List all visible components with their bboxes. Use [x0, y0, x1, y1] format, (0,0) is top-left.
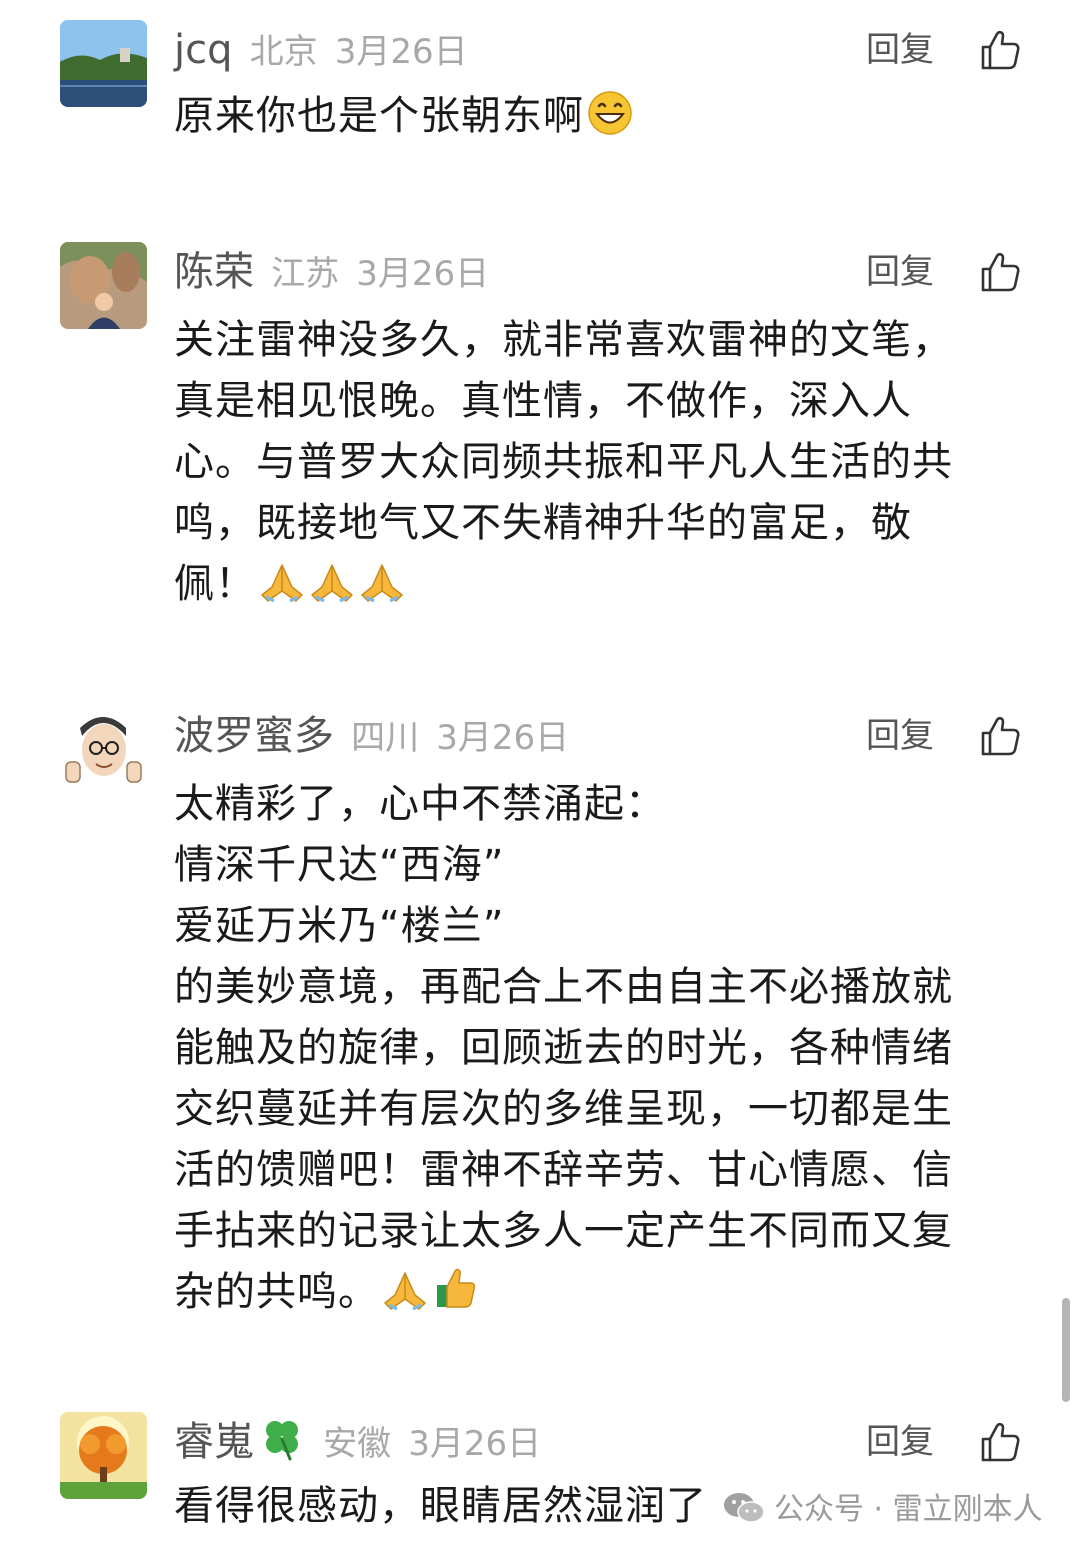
nickname[interactable]: 睿嵬 — [174, 1419, 254, 1465]
comment-line: 太精彩了，心中不禁涌起： — [174, 781, 666, 827]
person-at-stone-buddha-avatar-icon — [60, 242, 147, 329]
avatar[interactable] — [60, 242, 147, 329]
golden-tree-avatar-icon — [60, 1412, 147, 1499]
date: 3月26日 — [334, 32, 468, 72]
comment-line: 交织蔓延并有层次的多维呈现，一切都是生 — [174, 1086, 953, 1132]
comment-line: 心。与普罗大众同频共振和平凡人生活的共 — [174, 439, 953, 485]
watermark: 公众号 · 雷立刚本人 — [722, 1484, 1043, 1536]
thumbs-up-emoji-icon — [431, 1265, 479, 1313]
nickname[interactable]: 波罗蜜多 — [174, 713, 334, 759]
comment-line: 真是相见恨晚。真性情，不做作，深入人 — [174, 378, 912, 424]
date: 3月26日 — [436, 718, 570, 758]
reply-button[interactable]: 回复 — [866, 1412, 934, 1472]
comment-line: 佩！ — [174, 561, 256, 607]
comment-line: 杂的共鸣。 — [174, 1269, 379, 1315]
reply-button[interactable]: 回复 — [866, 706, 934, 766]
location: 安徽 — [323, 1424, 392, 1464]
thumbs-up-icon[interactable] — [978, 714, 1022, 758]
comment-line: 活的馈赠吧！雷神不辞辛劳、甘心情愿、信 — [174, 1147, 953, 1193]
comment-line: 原来你也是个张朝东啊 — [174, 93, 584, 139]
comment-line: 鸣，既接地气又不失精神升华的富足，敬 — [174, 500, 912, 546]
comment-header: jcq 北京 3月26日 — [174, 20, 468, 80]
thumbs-up-icon[interactable] — [978, 250, 1022, 294]
folded-hands-icon — [308, 557, 356, 605]
comment-line: 能触及的旋律，回顾逝去的时光，各种情绪 — [174, 1025, 953, 1071]
thumbs-up-icon[interactable] — [978, 1420, 1022, 1464]
wechat-icon — [724, 1493, 765, 1523]
watermark-text: 公众号 · 雷立刚本人 — [774, 1492, 1043, 1527]
comment-text: 原来你也是个张朝东啊 — [174, 86, 1004, 147]
nickname[interactable]: jcq — [174, 27, 233, 73]
folded-hands-icon — [258, 557, 306, 605]
location: 北京 — [249, 32, 318, 72]
comment-header: 陈荣 江苏 3月26日 — [174, 242, 489, 302]
location: 江苏 — [271, 254, 340, 294]
avatar[interactable] — [60, 20, 147, 107]
comment-header: 睿嵬 安徽 3月26日 — [174, 1412, 541, 1472]
scrollbar[interactable] — [1062, 1298, 1070, 1402]
folded-hands-icon — [358, 557, 406, 605]
grinning-face-icon — [586, 89, 634, 137]
comment-line: 手拈来的记录让太多人一定产生不同而又复 — [174, 1208, 953, 1254]
location: 四川 — [351, 718, 420, 758]
nickname[interactable]: 陈荣 — [174, 249, 254, 295]
comment-text: 太精彩了，心中不禁涌起： 情深千尺达“西海” 爱延万米乃“楼兰” 的美妙意境，再… — [174, 774, 1004, 1323]
folded-hands-icon — [381, 1265, 429, 1313]
comment-line: 爱延万米乃“楼兰” — [174, 903, 505, 949]
cartoon-glasses-man-thumbs-up-avatar-icon — [60, 706, 147, 793]
comment-line: 的美妙意境，再配合上不由自主不必播放就 — [174, 964, 953, 1010]
comment-text: 关注雷神没多久，就非常喜欢雷神的文笔， 真是相见恨晚。真性情，不做作，深入人 心… — [174, 310, 1004, 615]
comment-header: 波罗蜜多 四川 3月26日 — [174, 706, 569, 766]
thumbs-up-icon[interactable] — [978, 28, 1022, 72]
reply-button[interactable]: 回复 — [866, 242, 934, 302]
avatar[interactable] — [60, 1412, 147, 1499]
comment-line: 情深千尺达“西海” — [174, 842, 505, 888]
four-leaf-clover-icon — [258, 1415, 306, 1463]
avatar[interactable] — [60, 706, 147, 793]
comment-line: 关注雷神没多久，就非常喜欢雷神的文笔， — [174, 317, 953, 363]
landscape-lake-avatar-icon — [60, 20, 147, 107]
reply-button[interactable]: 回复 — [866, 20, 934, 80]
date: 3月26日 — [356, 254, 490, 294]
date: 3月26日 — [408, 1424, 542, 1464]
